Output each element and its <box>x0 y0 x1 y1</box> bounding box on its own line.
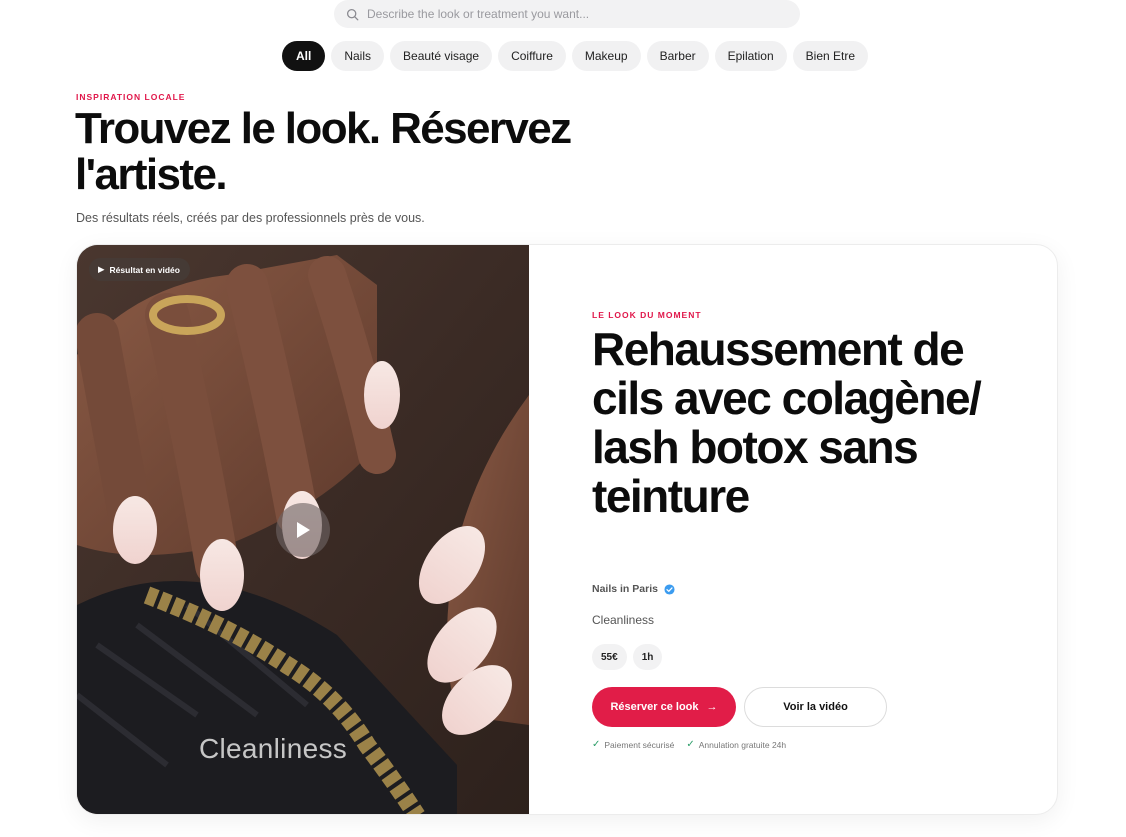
price-badge: 55€ <box>592 644 627 670</box>
category-beaute-visage[interactable]: Beauté visage <box>390 41 493 71</box>
watch-video-button[interactable]: Voir la vidéo <box>744 687 887 727</box>
look-details: LE LOOK DU MOMENT Rehaussement de cils a… <box>592 245 1032 814</box>
category-makeup[interactable]: Makeup <box>571 41 641 71</box>
category-coiffure[interactable]: Coiffure <box>498 41 566 71</box>
video-result-badge: ▶ Résultat en vidéo <box>89 258 190 281</box>
category-barber[interactable]: Barber <box>646 41 709 71</box>
play-icon <box>297 522 310 538</box>
category-nails[interactable]: Nails <box>331 41 385 71</box>
check-icon: ✓ <box>686 739 695 750</box>
booking-assurances: ✓ Paiement sécurisé ✓ Annulation gratuit… <box>592 739 786 750</box>
verified-badge-icon <box>664 583 675 595</box>
artist-name: Nails in Paris <box>592 583 658 595</box>
category-filter-bar: All Nails Beauté visage Coiffure Makeup … <box>282 41 869 71</box>
assurance-free-cancellation: ✓ Annulation gratuite 24h <box>686 739 786 750</box>
category-epilation[interactable]: Epilation <box>714 41 787 71</box>
artist-link[interactable]: Nails in Paris <box>592 583 675 595</box>
video-overlay-caption: Cleanliness <box>199 733 348 764</box>
category-all[interactable]: All <box>282 41 326 71</box>
arrow-right-icon: → <box>706 701 718 713</box>
search-icon <box>346 8 359 20</box>
hero-eyebrow: INSPIRATION LOCALE <box>76 92 186 102</box>
page-title: Trouvez le look. Réservez l'artiste. <box>75 104 572 199</box>
category-bien-etre[interactable]: Bien Etre <box>792 41 869 71</box>
play-icon: ▶ <box>98 264 105 274</box>
duration-badge: 1h <box>632 644 663 670</box>
book-look-label: Réserver ce look <box>610 701 699 713</box>
search-bar[interactable] <box>334 0 800 28</box>
video-badge-label: Résultat en vidéo <box>109 264 180 275</box>
page-subtitle: Des résultats réels, créés par des profe… <box>76 211 425 225</box>
look-eyebrow: LE LOOK DU MOMENT <box>592 310 702 320</box>
featured-look-card: ▶ Résultat en vidéo Cleanliness LE LOOK … <box>76 244 1058 815</box>
book-look-button[interactable]: Réserver ce look → <box>592 687 736 727</box>
assurance-label: Paiement sécurisé <box>604 739 675 750</box>
look-actions: Réserver ce look → Voir la vidéo <box>592 687 887 727</box>
look-video-thumbnail[interactable]: ▶ Résultat en vidéo Cleanliness <box>77 245 529 814</box>
play-video-button[interactable] <box>276 503 330 557</box>
service-name: Cleanliness <box>592 613 655 627</box>
look-title: Rehaussement de cils avec colagène/ lash… <box>592 323 982 522</box>
look-tags: 55€ 1h <box>592 644 663 670</box>
check-icon: ✓ <box>592 739 601 750</box>
assurance-secure-payment: ✓ Paiement sécurisé <box>592 739 674 750</box>
search-input[interactable] <box>367 7 767 21</box>
assurance-label: Annulation gratuite 24h <box>698 739 787 750</box>
